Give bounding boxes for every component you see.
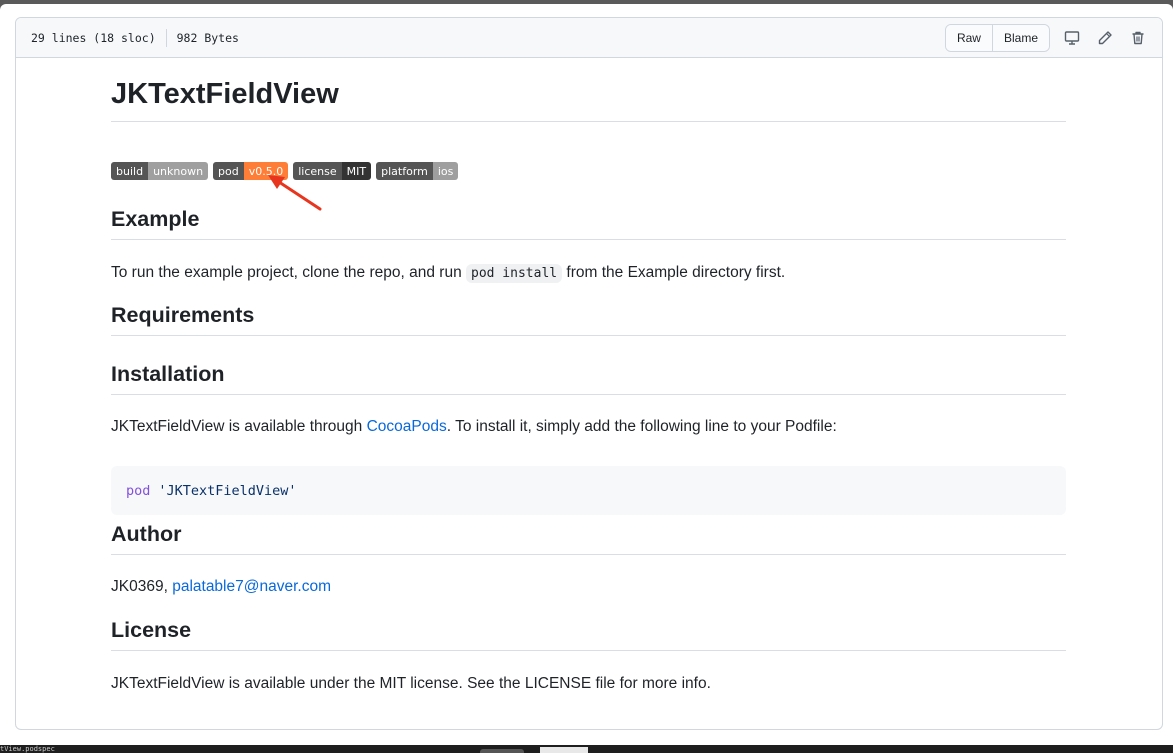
taskbar: tView.podspec (0, 745, 1173, 753)
badge-license[interactable]: license MIT (293, 162, 372, 180)
code-keyword: pod (126, 482, 151, 499)
badges: build unknown pod v0.5.0 license MIT pla… (111, 162, 463, 180)
window: 29 lines (18 sloc) 982 Bytes Raw Blame J… (0, 4, 1173, 745)
badge-label: pod (213, 162, 244, 180)
license-paragraph: JKTextFieldView is available under the M… (111, 675, 711, 692)
file-info: 29 lines (18 sloc) 982 Bytes (31, 28, 239, 47)
heading-installation: Installation (111, 361, 1066, 395)
badge-label: build (111, 162, 149, 180)
cocoapods-link[interactable]: CocoaPods (367, 418, 447, 435)
trash-icon[interactable] (1127, 27, 1149, 49)
inline-code: pod install (466, 264, 563, 283)
example-text: To run the example project, clone the re… (111, 264, 462, 281)
author-name: JK0369, (111, 578, 168, 595)
blame-button[interactable]: Blame (991, 25, 1049, 51)
raw-button[interactable]: Raw (945, 25, 992, 51)
badge-label: license (293, 162, 342, 180)
installation-paragraph: JKTextFieldView is available through Coc… (111, 415, 837, 438)
example-text-end: from the Example directory first. (566, 264, 786, 281)
badge-value: unknown (148, 162, 209, 180)
example-paragraph: To run the example project, clone the re… (111, 261, 785, 284)
file-size: 982 Bytes (176, 30, 239, 45)
heading-license: License (111, 617, 1066, 651)
heading-author: Author (111, 521, 1066, 555)
badge-value: MIT (341, 162, 372, 180)
taskbar-filename: tView.podspec (0, 745, 55, 753)
installation-text: JKTextFieldView is available through (111, 418, 363, 435)
file-header: 29 lines (18 sloc) 982 Bytes Raw Blame (16, 18, 1162, 58)
line-count: 29 lines (18 sloc) (31, 30, 156, 45)
author-email-link[interactable]: palatable7@naver.com (172, 578, 331, 595)
file-viewer: 29 lines (18 sloc) 982 Bytes Raw Blame J… (15, 17, 1163, 730)
desktop-icon[interactable] (1061, 27, 1083, 49)
code-string: 'JKTextFieldView' (158, 482, 297, 499)
author-paragraph: JK0369, palatable7@naver.com (111, 575, 331, 598)
badge-label: platform (376, 162, 433, 180)
raw-blame-group: Raw Blame (944, 24, 1050, 52)
readme-title: JKTextFieldView (111, 76, 1066, 123)
badge-value: ios (432, 162, 459, 180)
divider (165, 28, 167, 47)
pencil-icon[interactable] (1094, 27, 1116, 49)
badge-build[interactable]: build unknown (111, 162, 209, 180)
taskbar-tab[interactable] (480, 749, 524, 753)
code-block: pod 'JKTextFieldView' (111, 466, 1066, 515)
badge-value: v0.5.0 (243, 162, 289, 180)
file-actions: Raw Blame (944, 24, 1149, 52)
heading-requirements: Requirements (111, 302, 1066, 336)
installation-text-end: . To install it, simply add the followin… (446, 418, 837, 435)
badge-platform[interactable]: platform ios (376, 162, 459, 180)
heading-example: Example (111, 206, 1066, 240)
badge-pod[interactable]: pod v0.5.0 (213, 162, 289, 180)
taskbar-tab-active[interactable] (540, 747, 588, 753)
